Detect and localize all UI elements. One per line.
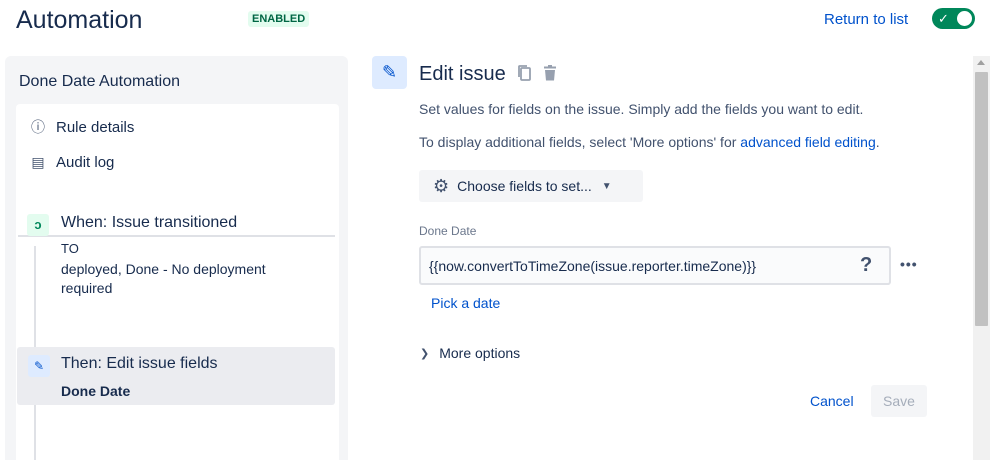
done-date-label: Done Date (419, 224, 477, 238)
trigger-label: TO (61, 241, 79, 256)
gear-icon: ⚙ (433, 175, 450, 196)
component-description: Set values for fields on the issue. Simp… (419, 101, 864, 117)
action-subtitle: Done Date (61, 383, 131, 399)
pick-a-date-button[interactable]: Pick a date (431, 295, 500, 311)
toggle-knob (957, 11, 972, 26)
sidebar-item-audit-log[interactable]: ▤ Audit log (16, 147, 339, 177)
sidebar-item-label: Rule details (56, 118, 135, 136)
more-options-toggle[interactable]: ❯ More options (420, 345, 520, 361)
rule-sidebar: Done Date Automation ⓘ Rule details ▤ Au… (5, 56, 348, 460)
component-description-advanced: To display additional fields, select 'Mo… (419, 134, 880, 150)
cancel-button[interactable]: Cancel (802, 385, 862, 417)
help-icon[interactable]: ? (860, 254, 872, 277)
rule-enabled-toggle[interactable]: ✓ (932, 8, 975, 29)
branch-icon: ↄ (27, 214, 49, 236)
trash-icon[interactable] (541, 64, 559, 82)
sidebar-item-rule-details[interactable]: ⓘ Rule details (16, 112, 339, 142)
done-date-input[interactable] (419, 246, 891, 285)
scrollbar-thumb[interactable] (975, 72, 988, 326)
save-button[interactable]: Save (871, 385, 927, 417)
choose-fields-button[interactable]: ⚙ Choose fields to set... ▼ (419, 170, 643, 202)
edit-pencil-icon: ✎ (372, 56, 407, 89)
action-title: Then: Edit issue fields (61, 355, 218, 372)
trigger-detail: deployed, Done - No deployment required (61, 261, 266, 296)
scroll-up-arrow-icon[interactable] (977, 60, 985, 65)
check-icon: ✓ (938, 11, 949, 26)
choose-fields-label: Choose fields to set... (457, 178, 592, 194)
chevron-down-icon: ▼ (601, 180, 612, 192)
description-text: To display additional fields, select 'Mo… (419, 134, 741, 150)
return-to-list-link[interactable]: Return to list (824, 11, 908, 28)
pencil-icon: ✎ (28, 355, 50, 377)
more-options-label: More options (439, 345, 521, 361)
copy-icon[interactable] (516, 64, 534, 82)
more-actions-icon[interactable]: ••• (900, 256, 918, 272)
document-icon: ▤ (31, 153, 45, 170)
chevron-right-icon: ❯ (420, 347, 430, 360)
trigger-title: When: Issue transitioned (61, 214, 238, 231)
info-icon: ⓘ (31, 119, 45, 135)
sidebar-item-label: Audit log (56, 153, 115, 171)
action-component[interactable]: ✎ Then: Edit issue fields Done Date (17, 347, 335, 405)
divider (18, 235, 335, 237)
page-title: Automation (16, 6, 143, 34)
component-title: Edit issue (419, 63, 506, 85)
rule-name: Done Date Automation (19, 73, 180, 90)
description-suffix: . (875, 134, 880, 150)
status-badge: ENABLED (248, 11, 310, 27)
advanced-field-editing-link[interactable]: advanced field editing (740, 134, 875, 150)
